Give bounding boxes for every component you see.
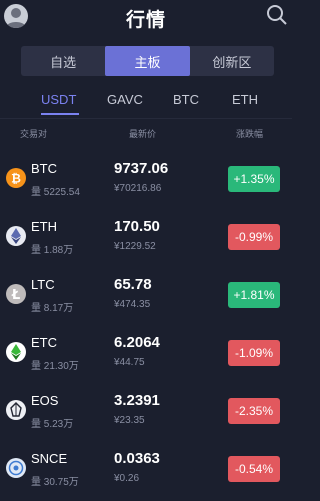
- volume-text: 量 1.88万: [31, 245, 74, 256]
- change-badge[interactable]: -2.35%: [228, 398, 280, 424]
- segment-innovation[interactable]: 创新区: [190, 46, 274, 76]
- change-badge[interactable]: +1.35%: [228, 166, 280, 192]
- ethereum-classic-icon: [6, 342, 26, 362]
- latest-price: 0.0363: [114, 450, 160, 467]
- top-bar: 行情: [0, 0, 292, 36]
- volume-text: 量 5.23万: [31, 419, 74, 430]
- cny-price: ¥44.75: [114, 357, 145, 368]
- pair-symbol: BTC: [31, 161, 57, 176]
- pair-symbol: ETH: [31, 219, 57, 234]
- tab-btc[interactable]: BTC: [173, 92, 199, 107]
- latest-price: 3.2391: [114, 392, 160, 409]
- market-tabs: USDT GAVC BTC ETH: [0, 88, 292, 116]
- market-row-snce[interactable]: SNCE 量 30.75万 0.0363 ¥0.26 -0.54%: [0, 443, 292, 501]
- ethereum-icon: [6, 226, 26, 246]
- market-row-eth[interactable]: ETH 量 1.88万 170.50 ¥1229.52 -0.99%: [0, 211, 292, 269]
- bitcoin-icon: ₿: [6, 168, 26, 188]
- search-icon[interactable]: [266, 4, 288, 26]
- column-headers: 交易对 最新价 涨跌幅: [0, 127, 292, 141]
- latest-price: 6.2064: [114, 334, 160, 351]
- latest-price: 170.50: [114, 218, 160, 235]
- tab-gavc[interactable]: GAVC: [107, 92, 143, 107]
- pair-symbol: ETC: [31, 335, 57, 350]
- segment-main-board[interactable]: 主板: [105, 46, 190, 76]
- market-row-ltc[interactable]: Ł LTC 量 8.17万 65.78 ¥474.35 +1.81%: [0, 269, 292, 327]
- change-badge[interactable]: +1.81%: [228, 282, 280, 308]
- divider: [0, 118, 292, 119]
- tab-eth[interactable]: ETH: [232, 92, 258, 107]
- snce-icon: [6, 458, 26, 478]
- active-tab-indicator: [41, 113, 79, 115]
- cny-price: ¥474.35: [114, 299, 151, 310]
- pair-symbol: EOS: [31, 393, 59, 408]
- latest-price: 9737.06: [114, 160, 169, 177]
- change-badge[interactable]: -1.09%: [228, 340, 280, 366]
- svg-text:₿: ₿: [11, 172, 21, 186]
- svg-text:Ł: Ł: [11, 288, 20, 303]
- page-title: 行情: [125, 10, 166, 31]
- volume-text: 量 8.17万: [31, 303, 74, 314]
- column-header-pair: 交易对: [20, 129, 48, 139]
- pair-symbol: SNCE: [31, 451, 68, 466]
- segment-favorites[interactable]: 自选: [21, 46, 105, 76]
- litecoin-icon: Ł: [6, 284, 26, 304]
- change-badge[interactable]: -0.99%: [228, 224, 280, 250]
- volume-text: 量 5225.54: [31, 187, 80, 198]
- cny-price: ¥70216.86: [114, 183, 162, 194]
- board-segment-control: 自选 主板 创新区: [21, 46, 274, 76]
- change-badge[interactable]: -0.54%: [228, 456, 280, 482]
- eos-icon: [6, 400, 26, 420]
- volume-text: 量 21.30万: [31, 361, 79, 372]
- cny-price: ¥23.35: [114, 415, 145, 426]
- pair-symbol: LTC: [31, 277, 55, 292]
- volume-text: 量 30.75万: [31, 477, 79, 488]
- column-header-price: 最新价: [129, 129, 157, 139]
- cny-price: ¥0.26: [114, 473, 140, 484]
- market-row-eos[interactable]: EOS 量 5.23万 3.2391 ¥23.35 -2.35%: [0, 385, 292, 443]
- cny-price: ¥1229.52: [114, 241, 156, 252]
- tab-usdt[interactable]: USDT: [41, 92, 76, 107]
- market-row-btc[interactable]: ₿ BTC 量 5225.54 9737.06 ¥70216.86 +1.35%: [0, 153, 292, 211]
- column-header-change: 涨跌幅: [236, 129, 264, 139]
- latest-price: 65.78: [114, 276, 152, 293]
- market-row-etc[interactable]: ETC 量 21.30万 6.2064 ¥44.75 -1.09%: [0, 327, 292, 385]
